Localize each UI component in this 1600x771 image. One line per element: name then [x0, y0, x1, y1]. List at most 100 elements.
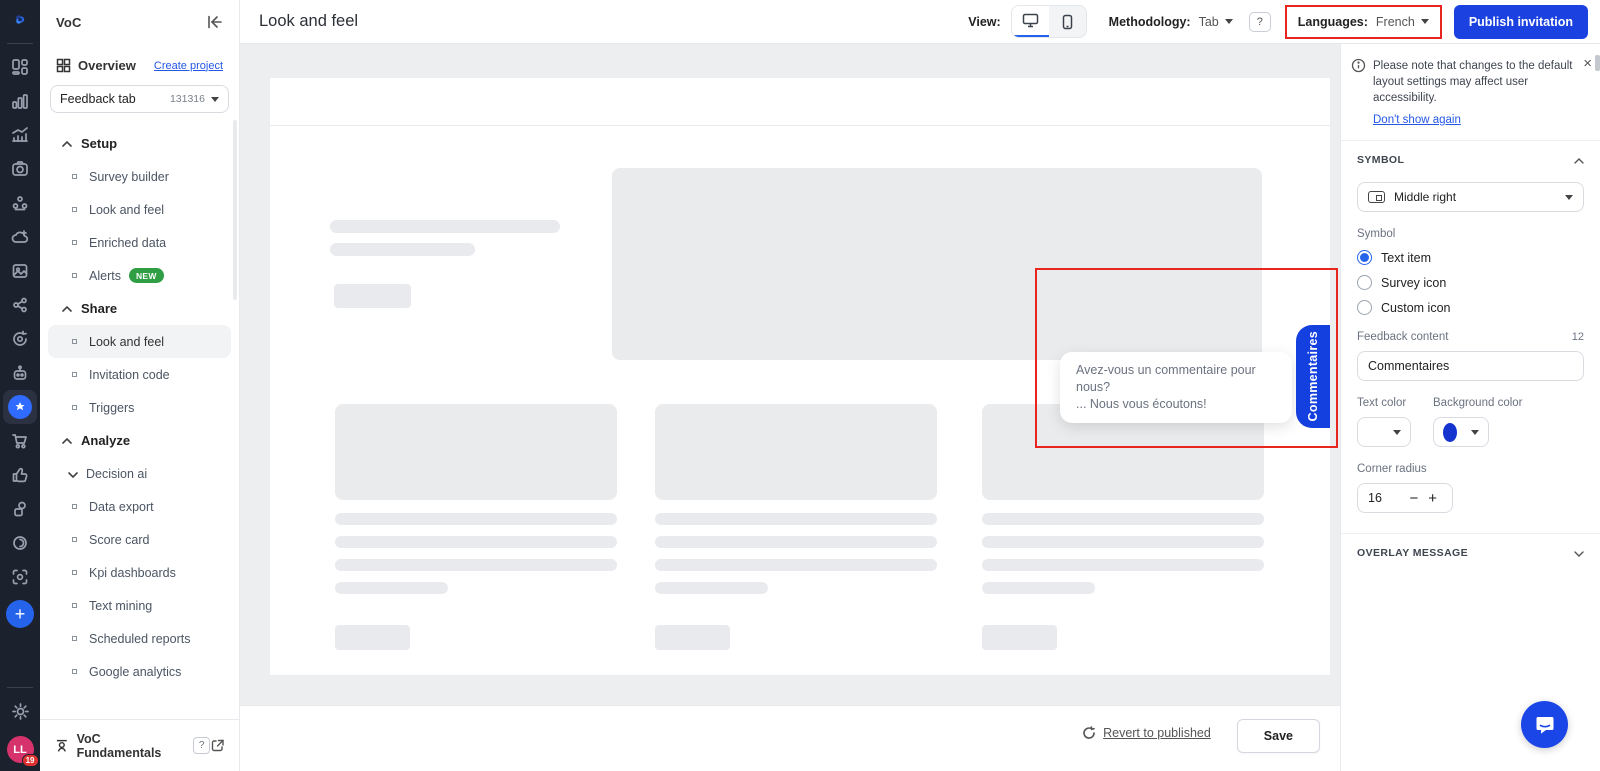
methodology-dropdown[interactable]: Tab	[1199, 15, 1233, 29]
eye-icon[interactable]	[3, 526, 37, 560]
external-link-icon[interactable]	[210, 738, 225, 753]
add-button[interactable]: +	[6, 600, 34, 628]
feedback-tab-button[interactable]: Commentaires	[1296, 325, 1330, 428]
sidebar-scrollbar[interactable]	[233, 120, 237, 300]
corner-radius-value: 16	[1368, 491, 1404, 505]
nav-section-analyze[interactable]: Analyze	[48, 424, 231, 457]
tooltip-line-1: Avez-vous un commentaire pour nous?	[1076, 362, 1276, 396]
settings-gear-icon[interactable]	[3, 694, 37, 728]
dont-show-again-link[interactable]: Don't show again	[1373, 114, 1461, 126]
create-project-link[interactable]: Create project	[154, 60, 223, 72]
skeleton-card	[335, 404, 617, 500]
feedback-star-icon[interactable]	[3, 390, 37, 424]
background-color-dropdown[interactable]	[1433, 417, 1489, 447]
main-area: Look and feel View: Methodology: Tab ? L…	[240, 0, 1600, 771]
sidebar-item-look-and-feel-setup[interactable]: Look and feel	[48, 193, 231, 226]
nav-section-label: Setup	[81, 136, 117, 151]
overlay-message-header[interactable]: OVERLAY MESSAGE	[1357, 546, 1584, 560]
brand-logo	[7, 7, 33, 33]
overview-row[interactable]: Overview Create project	[40, 44, 239, 83]
skeleton-line	[982, 513, 1264, 525]
skeleton-card	[655, 404, 937, 500]
revert-to-published-button[interactable]: Revert to published	[1082, 726, 1211, 740]
analytics-trend-icon[interactable]	[3, 118, 37, 152]
position-dropdown[interactable]: Middle right	[1357, 182, 1584, 212]
save-button[interactable]: Save	[1237, 719, 1320, 753]
mobile-view-button[interactable]	[1049, 6, 1086, 37]
notice-text: Please note that changes to the default …	[1373, 58, 1579, 106]
robot-icon[interactable]	[3, 356, 37, 390]
decrease-button[interactable]: −	[1404, 490, 1423, 507]
dashboard-icon[interactable]	[3, 50, 37, 84]
sidebar-item-score-card[interactable]: Score card	[48, 523, 231, 556]
topbar-actions: View: Methodology: Tab ? Languages: Fren…	[968, 5, 1588, 39]
increase-button[interactable]: +	[1423, 490, 1442, 507]
text-color-control: Text color	[1357, 381, 1411, 447]
sidebar-item-text-mining[interactable]: Text mining	[48, 589, 231, 622]
sidebar-item-data-export[interactable]: Data export	[48, 490, 231, 523]
publish-invitation-button[interactable]: Publish invitation	[1454, 5, 1588, 39]
skeleton-line	[335, 536, 617, 548]
sidebar-item-alerts[interactable]: AlertsNEW	[48, 259, 231, 292]
share-nodes-icon[interactable]	[3, 288, 37, 322]
radio-selected-icon	[1357, 250, 1372, 265]
view-toggle	[1011, 5, 1087, 38]
thumbs-up-icon[interactable]	[3, 458, 37, 492]
rail-bottom-group: LL19	[3, 683, 37, 763]
sidebar-item-decision-ai[interactable]: Decision ai	[48, 457, 231, 490]
focus-scan-icon[interactable]	[3, 560, 37, 594]
languages-value: French	[1376, 15, 1415, 29]
bullet-icon	[72, 537, 77, 542]
sidebar-item-look-and-feel-share[interactable]: Look and feel	[48, 325, 231, 358]
skeleton-line	[655, 582, 768, 594]
cloud-add-icon[interactable]	[3, 220, 37, 254]
sidebar-item-scheduled-reports[interactable]: Scheduled reports	[48, 622, 231, 655]
bar-chart-icon[interactable]	[3, 84, 37, 118]
refresh-donut-icon[interactable]	[3, 322, 37, 356]
bullet-icon	[72, 273, 77, 278]
help-icon[interactable]: ?	[1249, 12, 1271, 32]
settings-panel: Please note that changes to the default …	[1340, 44, 1600, 771]
radio-custom-icon[interactable]: Custom icon	[1357, 300, 1584, 315]
symbol-section-header[interactable]: SYMBOL	[1357, 153, 1584, 167]
nav-section-share[interactable]: Share	[48, 292, 231, 325]
help-icon[interactable]: ?	[193, 737, 210, 754]
app-title: VoC	[56, 15, 82, 30]
languages-dropdown[interactable]: French	[1376, 15, 1429, 29]
team-icon[interactable]	[3, 186, 37, 220]
radio-icon	[1357, 275, 1372, 290]
image-icon[interactable]	[3, 254, 37, 288]
user-avatar[interactable]: LL19	[7, 736, 34, 763]
sidebar-item-survey-builder[interactable]: Survey builder	[48, 160, 231, 193]
radio-icon	[1357, 300, 1372, 315]
app-window: + LL19 VoC Overview Create project Feedb…	[0, 0, 1600, 771]
chevron-down-icon	[1225, 19, 1233, 24]
white-swatch	[1367, 424, 1383, 440]
feedback-content-input[interactable]	[1357, 351, 1584, 381]
collapse-sidebar-icon[interactable]	[207, 15, 223, 29]
chat-widget-button[interactable]	[1521, 701, 1568, 748]
preview-canvas: Avez-vous un commentaire pour nous? ... …	[240, 44, 1340, 705]
radio-text-item[interactable]: Text item	[1357, 250, 1584, 265]
desktop-view-button[interactable]	[1012, 6, 1049, 37]
sidebar-header: VoC	[40, 0, 239, 44]
text-color-dropdown[interactable]	[1357, 417, 1411, 447]
feedback-tab-label: Commentaires	[1306, 331, 1320, 421]
sidebar-item-invitation-code[interactable]: Invitation code	[48, 358, 231, 391]
nav-section-setup[interactable]: Setup	[48, 127, 231, 160]
sidebar-item-enriched-data[interactable]: Enriched data	[48, 226, 231, 259]
chevron-down-icon	[211, 97, 219, 102]
person-shapes-icon[interactable]	[3, 492, 37, 526]
feedback-content-label-row: Feedback content 12	[1357, 315, 1584, 343]
methodology-label: Methodology:	[1109, 15, 1191, 29]
chevron-down-icon	[1574, 546, 1584, 560]
sidebar-item-triggers[interactable]: Triggers	[48, 391, 231, 424]
camera-icon[interactable]	[3, 152, 37, 186]
close-icon[interactable]: ×	[1583, 58, 1592, 126]
cart-icon[interactable]	[3, 424, 37, 458]
sidebar-item-kpi-dashboards[interactable]: Kpi dashboards	[48, 556, 231, 589]
radio-survey-icon[interactable]: Survey icon	[1357, 275, 1584, 290]
project-selector[interactable]: Feedback tab 131316	[50, 85, 229, 113]
sidebar-item-google-analytics[interactable]: Google analytics	[48, 655, 231, 688]
panel-scrollbar[interactable]	[1595, 55, 1600, 71]
